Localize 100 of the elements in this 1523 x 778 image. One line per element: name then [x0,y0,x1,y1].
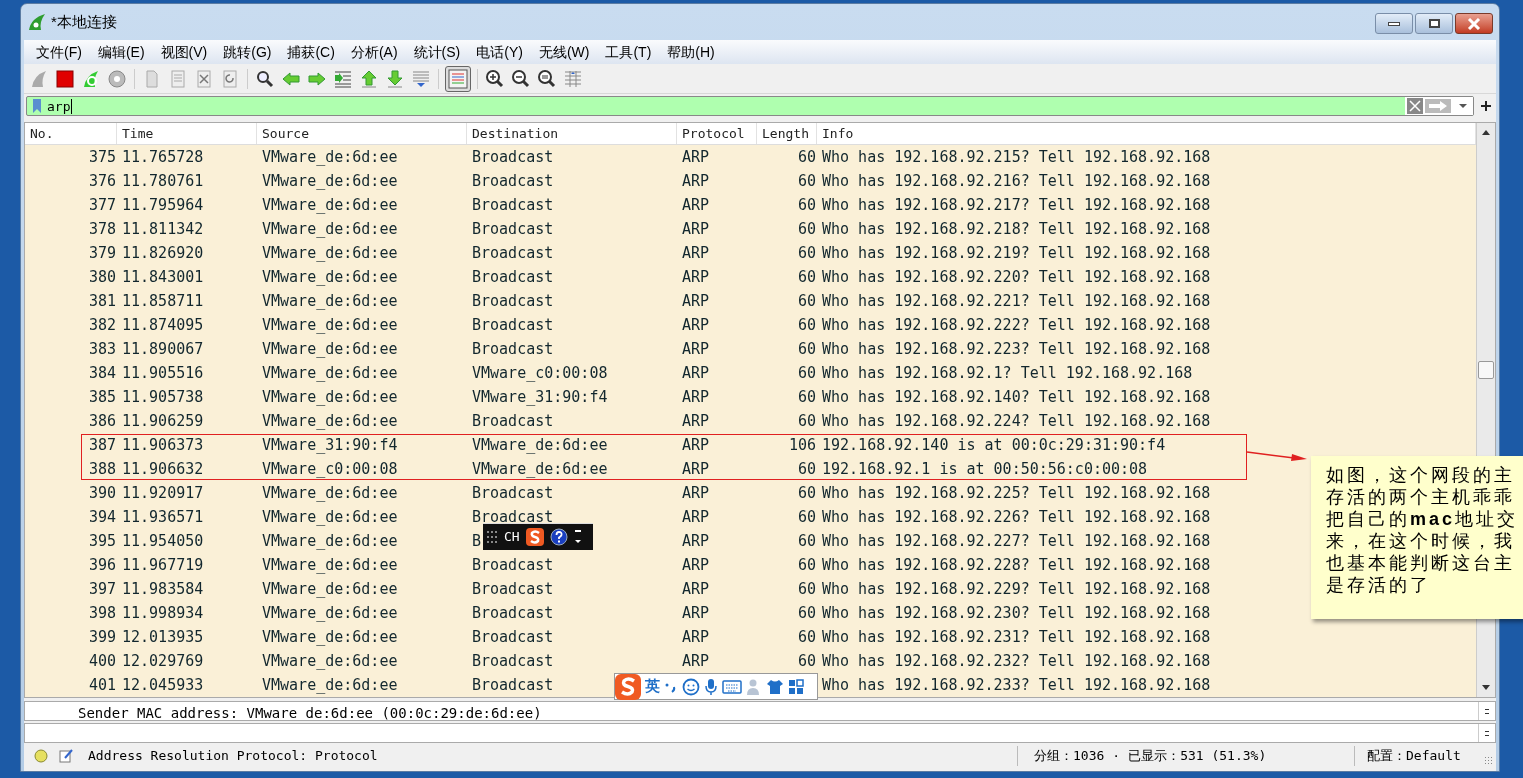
column-header[interactable]: Length [757,123,809,144]
grid-icon[interactable] [788,678,804,695]
emoji-icon[interactable] [682,677,700,696]
clear-icon[interactable] [1407,98,1423,114]
edit-note-icon[interactable] [58,748,74,764]
table-cell-text: 388 [88,458,116,480]
profile-label[interactable]: 配置：Default [1355,746,1461,766]
table-cell-text: 376 [88,170,116,192]
table-cell-text: 60 [797,626,816,648]
table-cell-text: VMware_de:6d:ee [262,410,398,432]
menu-item[interactable]: 捕获(C) [279,41,343,63]
shirt-icon[interactable] [766,677,784,696]
table-cell-text: ARP [682,266,710,288]
table-cell-text: VMware_de:6d:ee [262,674,398,696]
table-cell-text: VMware_de:6d:ee [262,386,398,408]
microphone-icon[interactable] [704,677,718,696]
table-cell-text: 383 [88,338,116,360]
table-cell-text: 11.906259 [122,410,204,432]
menu-item[interactable]: 视图(V) [152,41,216,63]
zoom-in-icon[interactable] [485,68,505,89]
table-cell-text: ARP [682,578,710,600]
menu-item[interactable]: 工具(T) [597,41,660,63]
table-cell-text: 378 [88,218,116,240]
scroll-up-icon[interactable] [1481,129,1491,137]
table-cell-text: 381 [88,290,116,312]
table-cell-text: VMware_de:6d:ee [262,602,398,624]
menu-item[interactable]: 文件(F) [28,41,90,63]
menu-item[interactable]: 帮助(H) [659,41,723,63]
filter-field[interactable]: arp [26,96,1474,116]
table-cell-text: 387 [88,434,116,456]
column-header[interactable]: Time [117,123,154,144]
table-cell-text: ARP [682,602,710,624]
table-cell-text: Who has 192.168.92.231? Tell 192.168.92.168 [822,626,1211,648]
menu-item[interactable]: 无线(W) [530,41,598,63]
menu-item[interactable]: 编辑(E) [89,41,153,63]
table-cell-text: Broadcast [472,602,554,624]
menu-item[interactable]: 分析(A) [342,41,406,63]
table-cell-text: ARP [682,410,710,432]
table-cell-text: VMware_c0:00:08 [262,458,398,480]
table-cell-text: 398 [88,602,116,624]
table-cell-text: VMware_de:6d:ee [472,434,608,456]
autoscroll-icon[interactable] [411,68,431,89]
dropdown-icon[interactable] [1457,101,1469,111]
drag-handle-icon[interactable] [486,529,498,545]
input-method-logo-icon[interactable] [525,528,544,546]
scroll-down-icon[interactable] [1481,683,1491,691]
close-icon [1466,17,1482,30]
keyboard-icon[interactable] [722,678,742,695]
input-mode-label[interactable]: CH [504,527,520,547]
up-arrow-icon[interactable] [359,68,379,89]
search-icon[interactable] [255,68,275,89]
table-cell-text: Who has 192.168.92.226? Tell 192.168.92.168 [822,506,1211,528]
table-cell-text: 60 [797,386,816,408]
column-header[interactable]: Source [257,123,309,144]
status-indicator-icon[interactable] [34,749,48,763]
table-cell-text: 401 [88,674,116,696]
stop-icon[interactable] [55,68,75,89]
table-cell-text: 11.765728 [122,146,204,168]
help-icon[interactable] [549,528,568,546]
filter-text: arp [47,98,73,114]
table-cell-text: VMware_31:90:f4 [262,434,398,456]
table-cell-text: 397 [88,578,116,600]
table-cell-text: 60 [797,146,816,168]
maximize-button[interactable] [1415,13,1453,34]
table-cell-text: ARP [682,386,710,408]
expand-icon[interactable] [573,528,582,546]
input-method-logo-icon[interactable] [615,673,641,700]
table-cell-text: VMware_de:6d:ee [262,554,398,576]
table-cell-text: VMware_de:6d:ee [262,338,398,360]
table-cell-text: 60 [797,650,816,672]
zoom-reset-icon[interactable] [537,68,557,89]
column-header[interactable]: No. [25,123,54,144]
language-mode-label[interactable]: 英 [645,675,660,698]
table-cell-text: 60 [797,170,816,192]
menu-item[interactable]: 统计(S) [405,41,469,63]
scroll-thumb[interactable] [1478,361,1494,379]
column-header[interactable]: Info [817,123,854,144]
colorize-icon[interactable] [448,68,468,89]
close-file-icon[interactable] [194,68,214,89]
minimize-button[interactable] [1375,13,1413,34]
table-cell-text: 11.843001 [122,266,204,288]
column-header[interactable]: Protocol [677,123,745,144]
table-cell-text: VMware_de:6d:ee [262,194,398,216]
close-button[interactable] [1455,13,1493,34]
zoom-out-icon[interactable] [511,68,531,89]
menu-item[interactable]: 电话(Y) [468,41,531,63]
add-icon[interactable] [1480,100,1492,112]
table-cell-text: VMware_de:6d:ee [472,458,608,480]
column-header[interactable]: Destination [467,123,559,144]
gear-icon[interactable] [107,68,127,89]
table-cell-text: Who has 192.168.92.140? Tell 192.168.92.168 [822,386,1211,408]
go-to-packet-icon[interactable] [333,68,353,89]
table-cell-text: Who has 192.168.92.224? Tell 192.168.92.168 [822,410,1211,432]
down-arrow-icon[interactable] [385,68,405,89]
reload-icon[interactable] [220,68,240,89]
table-cell-text: ARP [682,626,710,648]
menu-item[interactable]: 跳转(G) [215,41,280,63]
table-cell-text: 11.795964 [122,194,204,216]
restart-icon[interactable] [81,68,101,89]
packet-count: 分组：1036 [1034,747,1105,766]
